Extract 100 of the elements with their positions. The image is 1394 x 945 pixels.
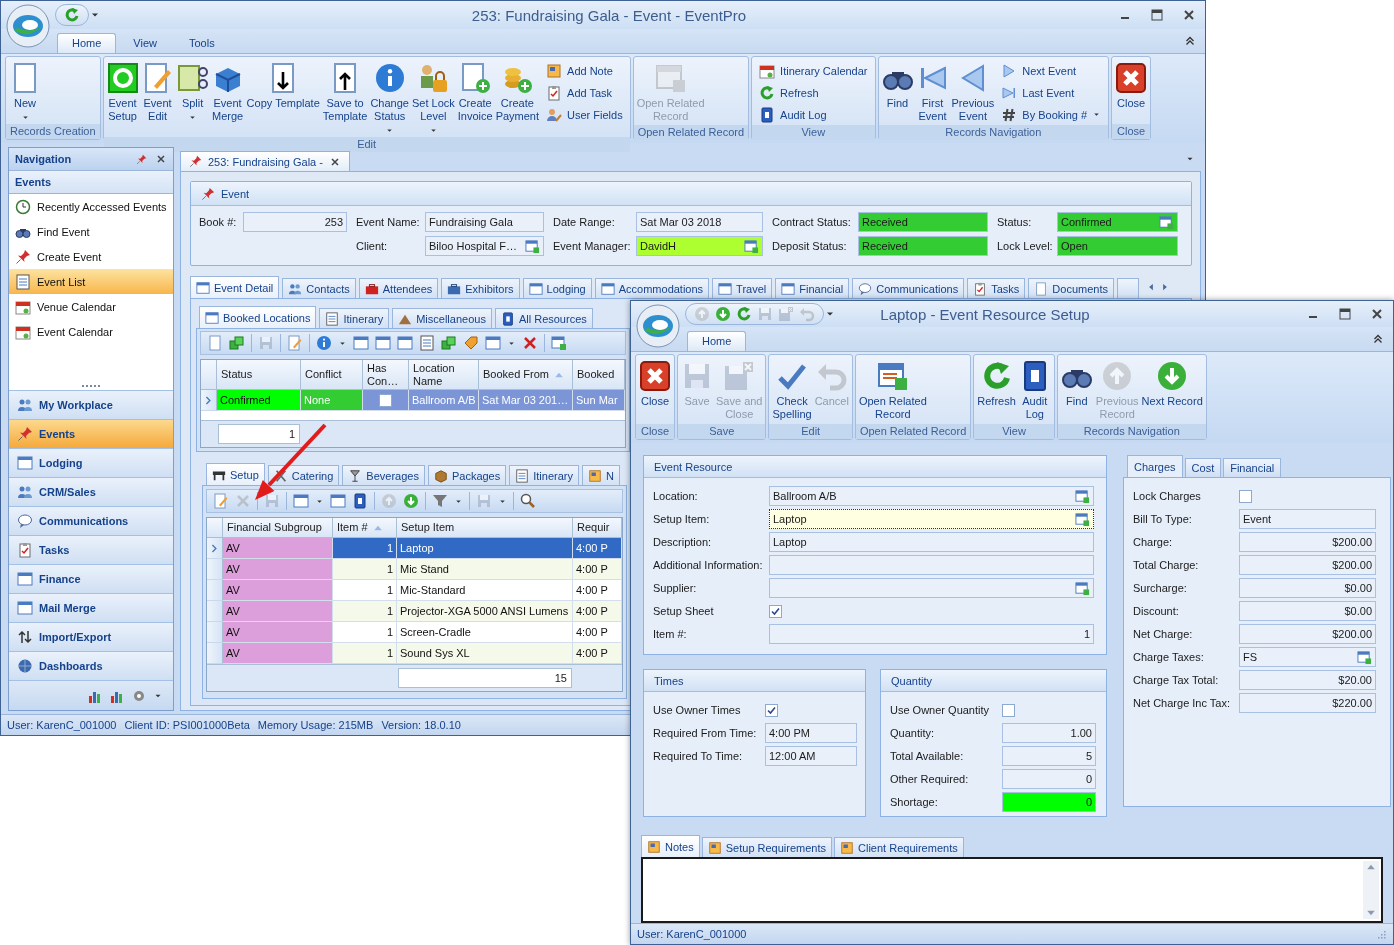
ribbon-tab[interactable]: Home	[687, 331, 747, 351]
ribbon-button[interactable]: Refresh	[976, 358, 1017, 410]
ribbon-button[interactable]: New	[8, 60, 42, 124]
column-header[interactable]: Booked From	[479, 360, 573, 390]
ribbon-button[interactable]: Split	[175, 60, 210, 124]
ribbon-tab[interactable]: Tools	[174, 33, 230, 53]
navigation-button[interactable]: Mail Merge	[9, 593, 173, 622]
ribbon-button[interactable]: Audit Log	[1017, 358, 1052, 423]
navigation-item[interactable]: Event Calendar	[9, 319, 173, 344]
text-field[interactable]: 253	[243, 212, 347, 232]
tab[interactable]: All Resources	[494, 308, 593, 328]
text-field[interactable]: Confirmed	[1057, 212, 1178, 232]
ribbon-button[interactable]: Event Setup	[105, 60, 140, 125]
column-header[interactable]: Financial Subgroup	[223, 518, 333, 538]
text-field[interactable]: Biloo Hospital F…	[425, 236, 544, 256]
tab[interactable]: N	[582, 465, 620, 485]
navigation-item[interactable]: Venue Calendar	[9, 294, 173, 319]
tab[interactable]: Exhibitors	[441, 278, 520, 298]
text-field[interactable]: 4:00 PM	[765, 723, 857, 743]
ribbon-button[interactable]: Add Task	[543, 82, 626, 103]
tab[interactable]: Catering	[267, 465, 340, 485]
ribbon-button[interactable]: Previous Event	[950, 60, 996, 125]
column-header[interactable]: Has Con…	[363, 360, 409, 390]
navigation-item[interactable]: Recently Accessed Events	[9, 194, 173, 219]
column-header[interactable]: Requir	[573, 518, 622, 538]
column-header[interactable]: Location Name	[409, 360, 479, 390]
ribbon-button[interactable]: Create Payment	[494, 60, 541, 125]
navigation-button[interactable]: My Workplace	[9, 390, 173, 419]
tab[interactable]: Communications	[852, 278, 965, 298]
ribbon-button[interactable]: Refresh	[756, 82, 871, 103]
text-field[interactable]: Laptop	[769, 532, 1094, 552]
text-field[interactable]: 1	[769, 624, 1094, 644]
text-field[interactable]: $200.00	[1239, 624, 1376, 644]
text-field[interactable]: $0.00	[1239, 601, 1376, 621]
ribbon-tab[interactable]: View	[118, 33, 172, 53]
ribbon-button[interactable]: Change Status	[369, 60, 410, 137]
text-field[interactable]: Received	[858, 236, 988, 256]
tab[interactable]: Miscellaneous	[392, 308, 492, 328]
column-header[interactable]: Item #	[333, 518, 397, 538]
ribbon-button[interactable]: Save to Template	[321, 60, 369, 125]
navigation-button[interactable]: Communications	[9, 506, 173, 535]
ribbon-button[interactable]: Create Invoice	[456, 60, 494, 125]
text-field[interactable]: 12:00 AM	[765, 746, 857, 766]
ribbon-tab[interactable]: Home	[57, 33, 117, 53]
tab[interactable]: Financial	[1223, 458, 1282, 477]
tab[interactable]: Accommodations	[594, 278, 710, 298]
text-field[interactable]: Fundraising Gala	[425, 212, 544, 232]
ribbon-button[interactable]: Last Event	[998, 82, 1105, 103]
text-field[interactable]: $20.00	[1239, 670, 1376, 690]
text-field[interactable]: 0	[1002, 792, 1096, 812]
column-header[interactable]: Setup Item	[397, 518, 573, 538]
text-field[interactable]: $200.00	[1239, 532, 1376, 552]
tab[interactable]: Documents	[1028, 278, 1114, 298]
ribbon-button[interactable]: Close	[1114, 60, 1149, 112]
navigation-button[interactable]: Dashboards	[9, 651, 173, 680]
ribbon-button[interactable]: Audit Log	[756, 104, 871, 125]
column-header[interactable]: Status	[217, 360, 301, 390]
tab[interactable]: Notes	[641, 835, 700, 857]
tab[interactable]: Booked Locations	[199, 306, 317, 328]
ribbon-button[interactable]: Itinerary Calendar	[756, 60, 871, 81]
ribbon-button[interactable]: Find	[1059, 358, 1094, 410]
ribbon-button[interactable]: User Fields	[543, 104, 626, 125]
ribbon-button[interactable]: Close	[638, 358, 672, 410]
navigation-item[interactable]: Create Event	[9, 244, 173, 269]
navigation-button[interactable]: CRM/Sales	[9, 477, 173, 506]
ribbon-button[interactable]: Check Spelling	[771, 358, 813, 423]
tab[interactable]: Packages	[427, 465, 507, 485]
tab[interactable]: Lodging	[522, 278, 592, 298]
column-header[interactable]: Conflict	[301, 360, 363, 390]
text-field[interactable]: 5	[1002, 746, 1096, 766]
navigation-button[interactable]: Import/Export	[9, 622, 173, 651]
tab[interactable]: Contacts	[282, 278, 356, 298]
text-field[interactable]: FS	[1239, 647, 1376, 667]
ribbon-button[interactable]: Find	[880, 60, 915, 112]
tab[interactable]: Financial	[775, 278, 850, 298]
tab[interactable]: Itinerary	[509, 465, 579, 485]
text-field[interactable]: DavidH	[636, 236, 763, 256]
tab[interactable]: Setup Requirements	[701, 837, 833, 857]
column-header[interactable]: Booked	[573, 360, 625, 390]
ribbon-button[interactable]: Next Record	[1140, 358, 1204, 410]
text-field[interactable]: Event	[1239, 509, 1376, 529]
navigation-item[interactable]: Event List	[9, 269, 173, 294]
tab[interactable]: Tasks	[967, 278, 1026, 298]
ribbon-button[interactable]: Set Lock Level	[410, 60, 456, 137]
text-field[interactable]: Ballroom A/B	[769, 486, 1094, 506]
ribbon-button[interactable]: By Booking #	[998, 104, 1105, 125]
tab[interactable]: Charges	[1127, 455, 1183, 477]
text-field[interactable]: Laptop	[769, 509, 1094, 529]
text-field[interactable]: Received	[858, 212, 988, 232]
tab[interactable]: Attendees	[358, 278, 439, 298]
tab[interactable]: Cost	[1184, 458, 1222, 477]
tab[interactable]: Beverages	[342, 465, 425, 485]
ribbon-button[interactable]: Open Related Record	[857, 358, 928, 423]
ribbon-button[interactable]: Add Note	[543, 60, 626, 81]
text-field[interactable]: 0	[1002, 769, 1096, 789]
tab[interactable]: Setup	[206, 463, 265, 485]
text-field[interactable]: $0.00	[1239, 578, 1376, 598]
navigation-button[interactable]: Tasks	[9, 535, 173, 564]
ribbon-button[interactable]: Event Merge	[210, 60, 245, 125]
navigation-button[interactable]: Events	[9, 419, 173, 448]
